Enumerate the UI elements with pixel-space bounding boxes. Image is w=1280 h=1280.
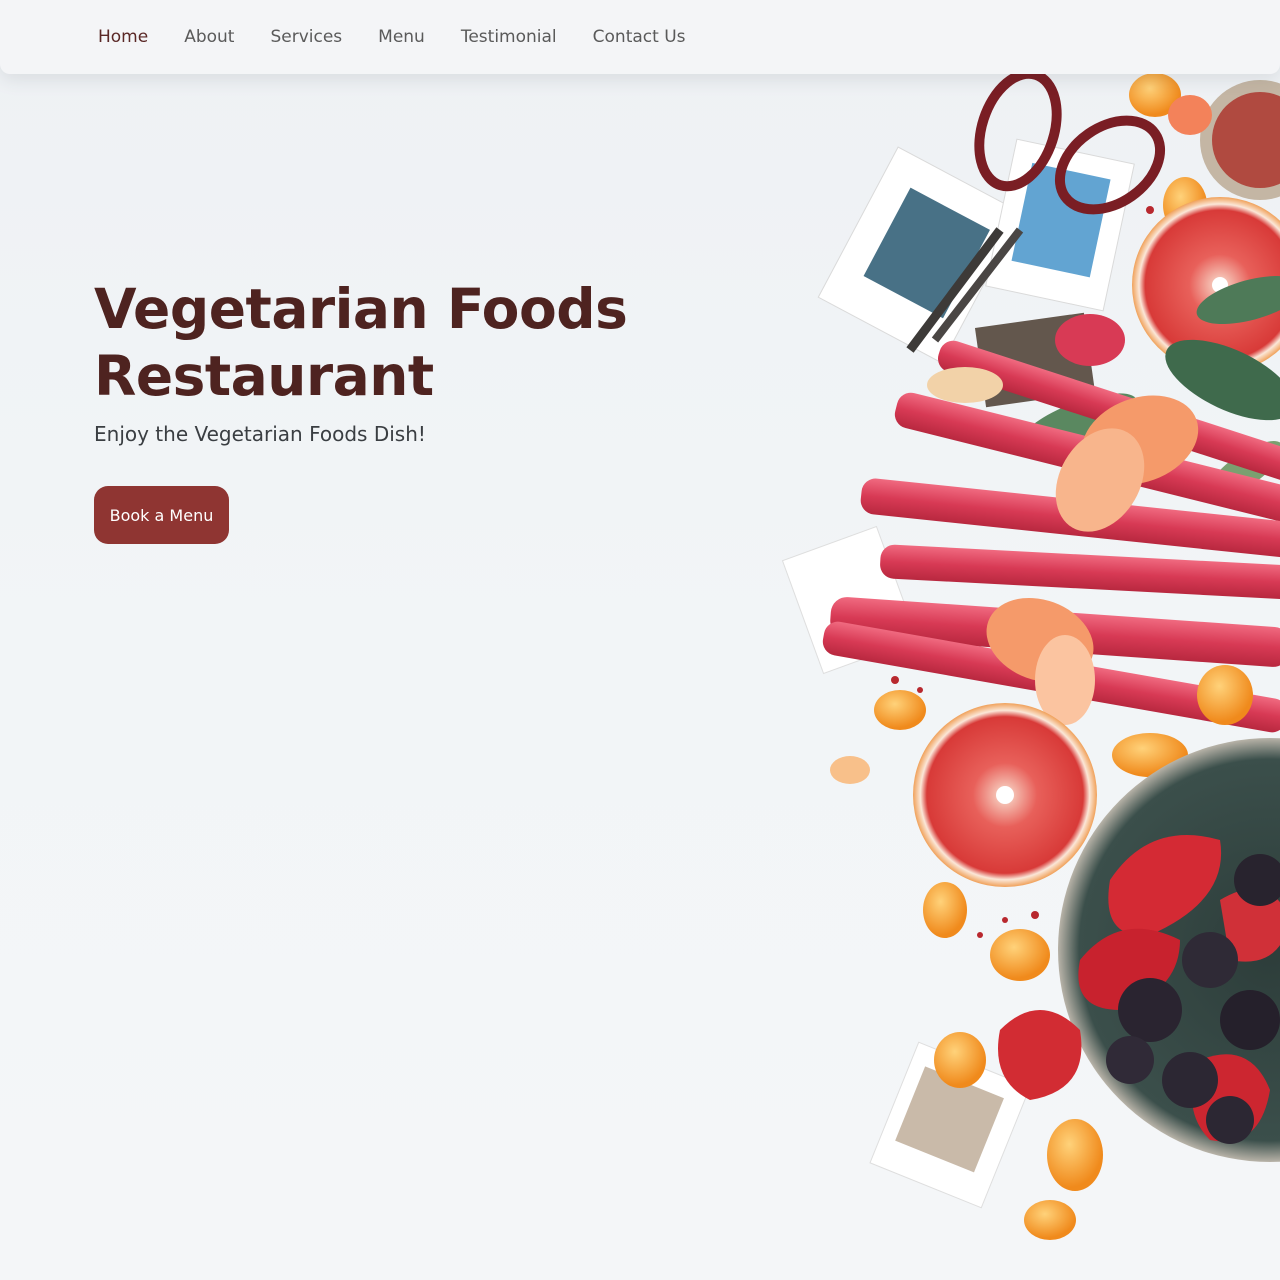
hero-title-line-2: Restaurant	[94, 344, 434, 408]
hero-title: Vegetarian Foods Restaurant	[94, 276, 714, 410]
fruit-flatlay-image	[781, 68, 1280, 1240]
nav-item-testimonial[interactable]: Testimonial	[443, 27, 575, 47]
hero-subtitle: Enjoy the Vegetarian Foods Dish!	[94, 422, 426, 446]
nav-item-about[interactable]: About	[166, 27, 252, 47]
top-navbar: Home About Services Menu Testimonial Con…	[0, 0, 1280, 74]
hero-section: Vegetarian Foods Restaurant Enjoy the Ve…	[94, 276, 714, 446]
nav-item-menu[interactable]: Menu	[360, 27, 443, 47]
hero-title-line-1: Vegetarian Foods	[94, 277, 628, 341]
page: Home About Services Menu Testimonial Con…	[0, 0, 1280, 1280]
nav-menu: Home About Services Menu Testimonial Con…	[80, 0, 704, 74]
nav-item-home[interactable]: Home	[80, 27, 166, 47]
nav-item-contact-us[interactable]: Contact Us	[575, 27, 704, 47]
book-a-menu-button[interactable]: Book a Menu	[94, 486, 229, 544]
nav-item-services[interactable]: Services	[252, 27, 360, 47]
